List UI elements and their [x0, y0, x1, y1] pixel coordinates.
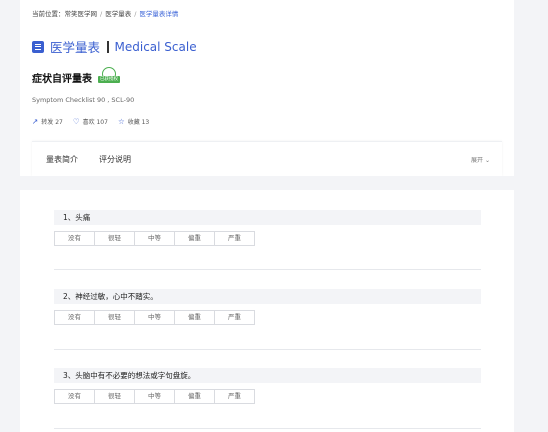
- title-divider: [107, 40, 109, 53]
- question-title: 3、头脑中有不必要的想法或字句盘旋。: [54, 368, 481, 383]
- like-count: 喜欢 107: [82, 119, 108, 126]
- favorite-count: 收藏 13: [127, 119, 150, 126]
- option-fairly-severe[interactable]: 偏重: [174, 231, 215, 246]
- question-title: 1、头痛: [54, 210, 481, 225]
- breadcrumb-link-home[interactable]: 常笑医学网: [65, 10, 98, 18]
- option-group: 没有 很轻 中等 偏重 严重: [54, 389, 481, 404]
- question-item: 3、头脑中有不必要的想法或字句盘旋。 没有 很轻 中等 偏重 严重: [54, 368, 481, 404]
- option-none[interactable]: 没有: [54, 231, 95, 246]
- scale-name-row: 症状自评量表 已获授权: [32, 67, 120, 87]
- expand-label: 展开: [471, 157, 484, 164]
- question-title: 2、神经过敏，心中不踏实。: [54, 289, 481, 304]
- page: 当前位置：常笑医学网 / 医学量表 / 医学量表详情 医学量表 Medical Scal…: [20, 0, 514, 432]
- stats-bar: ↗ 转发 27 ♡ 喜欢 107 ☆ 收藏 13: [32, 117, 159, 126]
- section-gap: [20, 176, 514, 190]
- option-severe[interactable]: 严重: [214, 389, 255, 404]
- share-icon: ↗: [32, 117, 39, 126]
- tab-intro[interactable]: 量表简介: [46, 154, 78, 165]
- breadcrumb-current: 医学量表详情: [139, 10, 179, 18]
- list-icon: [32, 40, 44, 53]
- expand-toggle[interactable]: 展开 ⌄: [471, 155, 490, 164]
- breadcrumb-link-scales[interactable]: 医学量表: [105, 10, 131, 18]
- scale-name: 症状自评量表: [32, 73, 92, 85]
- authorized-badge-label: 已获授权: [98, 76, 120, 83]
- option-mild[interactable]: 很轻: [94, 389, 135, 404]
- breadcrumb-prefix: 当前位置：: [32, 10, 65, 18]
- share-count: 转发 27: [41, 119, 63, 126]
- divider: [54, 428, 481, 429]
- page-title-en: Medical Scale: [114, 39, 197, 54]
- page-header: 医学量表 Medical Scale: [32, 37, 197, 56]
- option-group: 没有 很轻 中等 偏重 严重: [54, 310, 481, 325]
- like-stat[interactable]: ♡ 喜欢 107: [73, 117, 108, 126]
- divider: [54, 269, 481, 270]
- option-moderate[interactable]: 中等: [134, 389, 175, 404]
- option-mild[interactable]: 很轻: [94, 231, 135, 246]
- option-none[interactable]: 没有: [54, 310, 95, 325]
- page-title-cn: 医学量表: [50, 40, 101, 55]
- heart-icon: ♡: [72, 117, 80, 126]
- option-fairly-severe[interactable]: 偏重: [174, 389, 215, 404]
- option-moderate[interactable]: 中等: [134, 231, 175, 246]
- scale-subtitle: Symptom Checklist 90 , SCL-90: [32, 96, 135, 104]
- favorite-stat[interactable]: ☆ 收藏 13: [118, 117, 149, 126]
- option-severe[interactable]: 严重: [214, 231, 255, 246]
- option-group: 没有 很轻 中等 偏重 严重: [54, 231, 481, 246]
- option-none[interactable]: 没有: [54, 389, 95, 404]
- breadcrumb-separator: /: [100, 10, 103, 18]
- questions-panel: 1、头痛 没有 很轻 中等 偏重 严重 2、神经过敏，心中不踏实。 没有 很轻 …: [32, 190, 502, 432]
- authorized-badge-icon: 已获授权: [98, 67, 120, 87]
- star-icon: ☆: [117, 117, 125, 126]
- option-moderate[interactable]: 中等: [134, 310, 175, 325]
- tab-scoring[interactable]: 评分说明: [99, 154, 131, 165]
- share-stat[interactable]: ↗ 转发 27: [32, 117, 63, 126]
- option-severe[interactable]: 严重: [214, 310, 255, 325]
- breadcrumb-separator: /: [134, 10, 137, 18]
- tabs-card: 量表简介 评分说明 展开 ⌄: [32, 141, 502, 176]
- divider: [54, 349, 481, 350]
- option-fairly-severe[interactable]: 偏重: [174, 310, 215, 325]
- option-mild[interactable]: 很轻: [94, 310, 135, 325]
- question-item: 2、神经过敏，心中不踏实。 没有 很轻 中等 偏重 严重: [54, 289, 481, 325]
- chevron-down-icon: ⌄: [484, 157, 490, 164]
- breadcrumb: 当前位置：常笑医学网 / 医学量表 / 医学量表详情: [32, 8, 178, 18]
- question-item: 1、头痛 没有 很轻 中等 偏重 严重: [54, 210, 481, 246]
